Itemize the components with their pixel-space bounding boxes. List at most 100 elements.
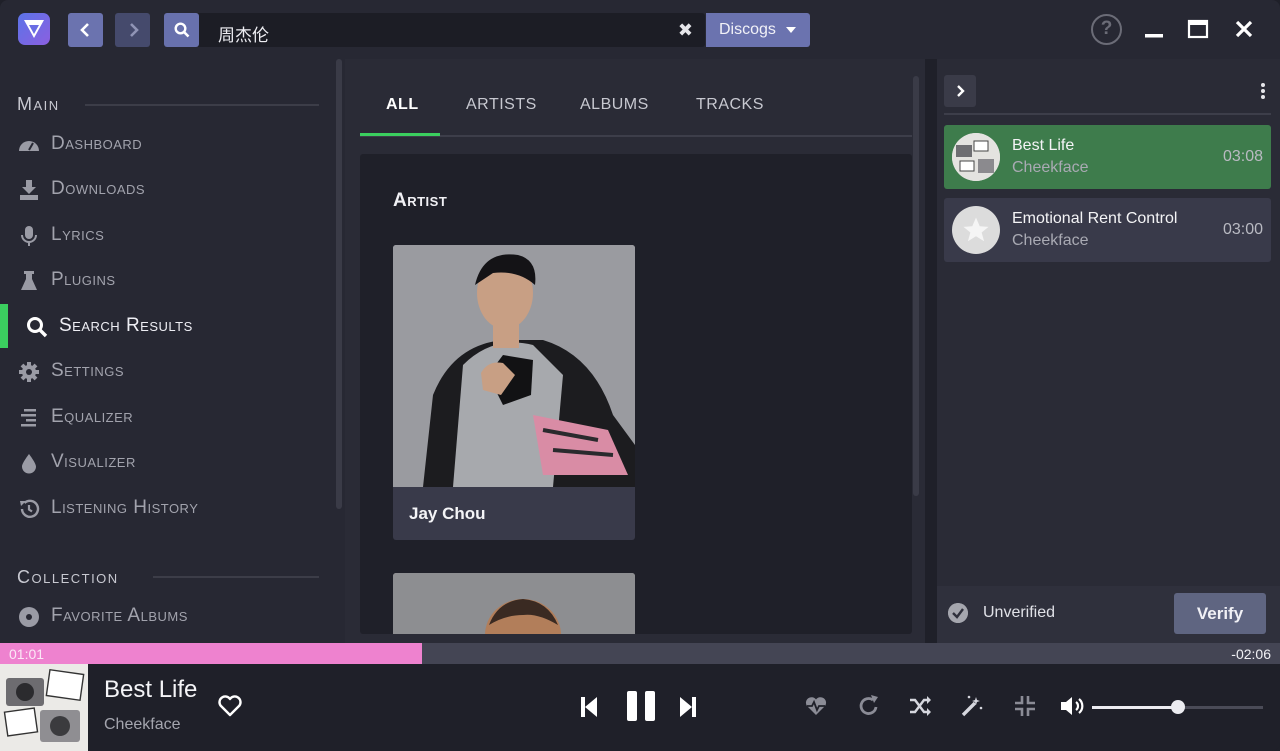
maximize-icon[interactable] <box>1187 18 1209 40</box>
sidebar-item-visualizer[interactable]: Visualizer <box>0 440 330 484</box>
sidebar-item-settings[interactable]: Settings <box>0 349 330 393</box>
track-duration: 03:00 <box>1222 221 1263 238</box>
now-playing-cover[interactable] <box>0 664 88 751</box>
track-title: Best Life <box>1012 137 1075 154</box>
play-queue: Best Life Cheekface 03:08 Emotional Rent… <box>937 59 1280 643</box>
verification-bar: Unverified Verify <box>937 586 1280 643</box>
sidebar-item-listening-history[interactable]: Listening History <box>0 486 330 530</box>
back-button[interactable] <box>68 13 103 47</box>
disc-icon <box>19 607 39 627</box>
sidebar-item-search-results[interactable]: Search Results <box>0 304 330 348</box>
artist-card[interactable] <box>393 573 635 634</box>
artist-name: Jay Chou <box>409 504 486 523</box>
previous-track-icon[interactable] <box>579 691 599 723</box>
provider-label: Discogs <box>719 21 776 38</box>
results-tabs: ALL ARTISTS ALBUMS TRACKS <box>360 83 912 137</box>
gear-icon <box>19 362 39 382</box>
main-section-heading: Main <box>17 94 60 114</box>
search-results-view: ALL ARTISTS ALBUMS TRACKS Artist Jay Cho… <box>345 59 925 643</box>
track-title: Emotional Rent Control <box>1012 210 1178 227</box>
collapse-queue-button[interactable] <box>944 75 976 107</box>
track-duration: 03:08 <box>1222 148 1263 165</box>
divider <box>85 104 319 106</box>
tab-all[interactable]: ALL <box>386 96 419 114</box>
now-playing-title: Best Life <box>104 676 198 703</box>
seek-bar[interactable]: 01:01 -02:06 <box>0 643 1280 664</box>
sidebar-item-equalizer[interactable]: Equalizer <box>0 395 330 439</box>
volume-fill <box>1092 706 1178 709</box>
volume-handle[interactable] <box>1170 700 1185 714</box>
results-panel: Artist Jay Chou <box>360 154 912 634</box>
sidebar-item-downloads[interactable]: Downloads <box>0 167 330 211</box>
track-artist: Cheekface <box>1012 232 1089 249</box>
sidebar-item-lyrics[interactable]: Lyrics <box>0 213 330 257</box>
chevron-right-icon <box>957 85 965 97</box>
sidebar-item-plugins[interactable]: Plugins <box>0 258 330 302</box>
caret-down-icon <box>786 27 796 33</box>
tab-albums[interactable]: ALBUMS <box>580 96 649 114</box>
sidebar-item-label: Dashboard <box>51 133 143 154</box>
search-icon[interactable] <box>164 13 199 47</box>
close-icon[interactable] <box>1233 18 1255 40</box>
minimize-icon[interactable] <box>1143 18 1165 40</box>
repeat-icon[interactable] <box>857 694 881 718</box>
sidebar-item-favorite-albums[interactable]: Favorite Albums <box>0 594 330 638</box>
volume-slider[interactable] <box>1092 700 1263 714</box>
artist-photo <box>393 573 635 634</box>
verify-button[interactable]: Verify <box>1174 593 1266 634</box>
star-icon <box>952 206 1000 254</box>
sidebar: Main Dashboard Downloads Lyrics Plugins … <box>0 59 345 643</box>
artist-photo <box>393 245 635 487</box>
equalizer-icon <box>21 409 36 427</box>
provider-dropdown[interactable]: Discogs <box>706 13 810 47</box>
active-tab-indicator <box>360 133 440 136</box>
sidebar-item-label: Listening History <box>51 497 199 518</box>
sidebar-item-label: Favorite Albums <box>51 605 188 626</box>
pause-icon[interactable] <box>626 689 656 723</box>
sidebar-item-dashboard[interactable]: Dashboard <box>0 122 330 166</box>
sidebar-item-label: Settings <box>51 360 125 381</box>
microphone-icon <box>21 226 37 246</box>
tab-artists[interactable]: ARTISTS <box>466 96 537 114</box>
player-bar: Best Life Cheekface <box>0 664 1280 751</box>
sidebar-scrollbar[interactable] <box>336 59 342 509</box>
queue-item[interactable]: Best Life Cheekface 03:08 <box>944 125 1271 189</box>
remaining-time: -02:06 <box>1231 646 1271 662</box>
heart-icon[interactable] <box>217 694 243 718</box>
search-input[interactable]: 周杰伦 <box>218 21 269 46</box>
track-thumbnail <box>952 133 1000 181</box>
active-indicator <box>0 304 8 348</box>
volume-icon[interactable] <box>1059 694 1087 718</box>
compress-icon[interactable] <box>1013 694 1037 718</box>
current-time: 01:01 <box>9 646 45 662</box>
sidebar-item-label: Search Results <box>59 315 193 336</box>
forward-button[interactable] <box>115 13 150 47</box>
clear-search-icon[interactable]: ✖ <box>678 20 693 41</box>
queue-item[interactable]: Emotional Rent Control Cheekface 03:00 <box>944 198 1271 262</box>
section-title: Artist <box>393 190 448 211</box>
sidebar-item-label: Equalizer <box>51 406 134 427</box>
sidebar-item-label: Downloads <box>51 178 146 199</box>
search-icon <box>27 317 48 338</box>
tab-tracks[interactable]: TRACKS <box>696 96 764 114</box>
queue-header <box>944 73 1271 115</box>
download-icon <box>20 180 38 200</box>
queue-menu-icon[interactable] <box>1261 83 1265 101</box>
seek-bar-fill <box>0 643 423 664</box>
collection-section-heading: Collection <box>17 567 119 587</box>
chevron-left-icon <box>79 23 89 37</box>
main-scrollbar[interactable] <box>913 76 919 496</box>
help-icon[interactable]: ? <box>1091 14 1122 45</box>
track-artist: Cheekface <box>1012 159 1089 176</box>
magic-wand-icon[interactable] <box>960 694 984 718</box>
sidebar-item-label: Plugins <box>51 269 116 290</box>
shuffle-icon[interactable] <box>908 694 932 718</box>
check-circle-icon <box>948 603 968 623</box>
sidebar-item-label: Visualizer <box>51 451 136 472</box>
heartbeat-icon[interactable] <box>804 694 828 718</box>
next-track-icon[interactable] <box>678 691 698 723</box>
artist-card[interactable]: Jay Chou <box>393 245 635 540</box>
search-bar: 周杰伦 ✖ <box>164 13 705 47</box>
now-playing-artist[interactable]: Cheekface <box>104 716 181 734</box>
chevron-right-icon <box>129 23 139 37</box>
